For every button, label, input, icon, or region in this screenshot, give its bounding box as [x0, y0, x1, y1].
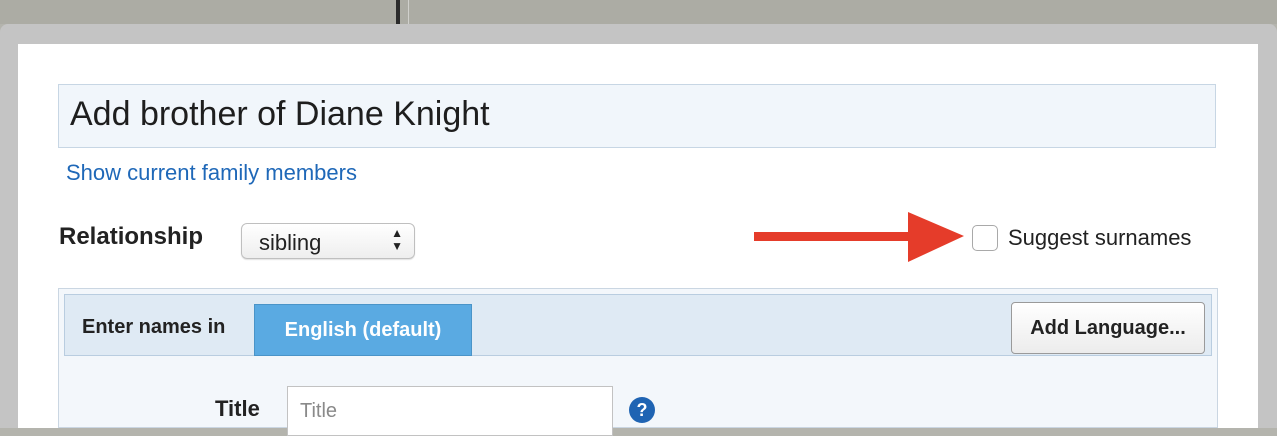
dialog-title: Add brother of Diane Knight [70, 95, 490, 133]
help-icon[interactable]: ? [629, 397, 655, 423]
enter-names-label: Enter names in [82, 316, 226, 338]
dialog-title-box: Add brother of Diane Knight [58, 84, 1216, 148]
select-arrows-icon: ▲ ▼ [391, 226, 403, 253]
add-language-button[interactable]: Add Language... [1011, 302, 1205, 354]
annotation-arrow-head [908, 212, 964, 262]
relationship-selected-value: sibling [259, 230, 322, 255]
suggest-surnames-label[interactable]: Suggest surnames [1008, 225, 1191, 251]
background-page [0, 0, 1277, 24]
suggest-surnames-checkbox[interactable] [972, 225, 998, 251]
annotation-arrow [754, 212, 964, 262]
language-bar: Enter names in English (default) Add Lan… [64, 294, 1212, 356]
background-divider [396, 0, 400, 24]
relationship-label: Relationship [59, 223, 204, 250]
relationship-select[interactable]: sibling ▲ ▼ [241, 223, 415, 259]
background-divider-light [408, 0, 409, 24]
tab-english-default[interactable]: English (default) [254, 304, 472, 356]
title-field-label: Title [215, 396, 260, 421]
title-input[interactable] [287, 386, 613, 436]
annotation-arrow-shaft [754, 232, 914, 241]
show-family-members-link[interactable]: Show current family members [66, 160, 357, 186]
